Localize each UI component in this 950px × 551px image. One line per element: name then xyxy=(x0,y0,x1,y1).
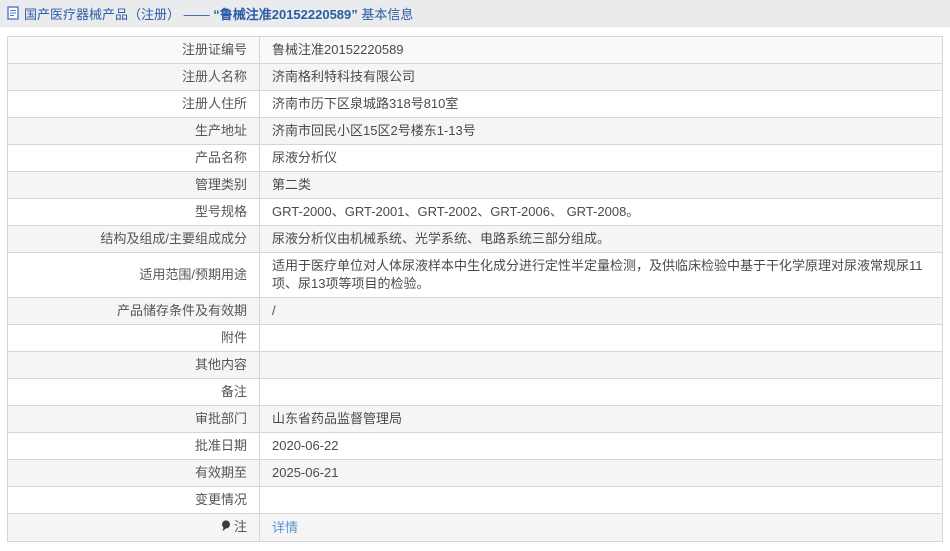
table-row: 有效期至 2025-06-21 xyxy=(7,459,943,487)
row-value: 适用于医疗单位对人体尿液样本中生化成分进行定性半定量检测，及供临床检验中基于干化… xyxy=(259,252,943,298)
row-value: / xyxy=(259,297,943,325)
table-row: 附件 xyxy=(7,324,943,352)
row-label: 适用范围/预期用途 xyxy=(7,252,260,298)
table-row: 产品储存条件及有效期 / xyxy=(7,297,943,325)
row-value: 2025-06-21 xyxy=(259,459,943,487)
details-link[interactable]: 详情 xyxy=(272,520,298,535)
row-value xyxy=(259,351,943,379)
table-row: 产品名称 尿液分析仪 xyxy=(7,144,943,172)
table-row: 生产地址 济南市回民小区15区2号楼东1-13号 xyxy=(7,117,943,145)
row-value: 济南市回民小区15区2号楼东1-13号 xyxy=(259,117,943,145)
row-value xyxy=(259,324,943,352)
table-row: 变更情况 xyxy=(7,486,943,514)
row-label: 批准日期 xyxy=(7,432,260,460)
page-title: 国产医疗器械产品（注册） —— “鲁械注准20152220589” 基本信息 xyxy=(24,4,413,23)
row-label: 结构及组成/主要组成成分 xyxy=(7,225,260,253)
row-label: 其他内容 xyxy=(7,351,260,379)
page-title-suffix: 基本信息 xyxy=(357,6,414,22)
row-label: 生产地址 xyxy=(7,117,260,145)
table-row: 批准日期 2020-06-22 xyxy=(7,432,943,460)
row-label: 审批部门 xyxy=(7,405,260,433)
row-label: 产品名称 xyxy=(7,144,260,172)
page: 国产医疗器械产品（注册） —— “鲁械注准20152220589” 基本信息 注… xyxy=(0,0,950,551)
row-label: 变更情况 xyxy=(7,486,260,514)
header-bar: 国产医疗器械产品（注册） —— “鲁械注准20152220589” 基本信息 xyxy=(0,0,950,27)
row-value: 尿液分析仪由机械系统、光学系统、电路系统三部分组成。 xyxy=(259,225,943,253)
row-label: 注 xyxy=(7,513,260,542)
table-row: 注册人住所 济南市历下区泉城路318号810室 xyxy=(7,90,943,118)
table-row: 结构及组成/主要组成成分 尿液分析仪由机械系统、光学系统、电路系统三部分组成。 xyxy=(7,225,943,253)
row-value: 尿液分析仪 xyxy=(259,144,943,172)
page-title-prefix: 国产医疗器械产品（注册） —— xyxy=(24,6,214,22)
row-label: 附件 xyxy=(7,324,260,352)
document-icon xyxy=(7,6,19,20)
row-label: 产品储存条件及有效期 xyxy=(7,297,260,325)
table-row: 注册人名称 济南格利特科技有限公司 xyxy=(7,63,943,91)
row-value: 济南格利特科技有限公司 xyxy=(259,63,943,91)
row-label: 管理类别 xyxy=(7,171,260,199)
row-value: 第二类 xyxy=(259,171,943,199)
table-row: 备注 xyxy=(7,378,943,406)
row-label: 注册人名称 xyxy=(7,63,260,91)
table-row: 适用范围/预期用途 适用于医疗单位对人体尿液样本中生化成分进行定性半定量检测，及供… xyxy=(7,252,943,298)
row-value: 济南市历下区泉城路318号810室 xyxy=(259,90,943,118)
table-row: 注册证编号 鲁械注准20152220589 xyxy=(7,36,943,64)
row-value: 鲁械注准20152220589 xyxy=(259,36,943,64)
row-value: 山东省药品监督管理局 xyxy=(259,405,943,433)
row-value: GRT-2000、GRT-2001、GRT-2002、GRT-2006、 GRT… xyxy=(259,198,943,226)
table-row: 管理类别 第二类 xyxy=(7,171,943,199)
row-value: 详情 xyxy=(259,513,943,542)
row-label: 注册证编号 xyxy=(7,36,260,64)
registration-info-table: 注册证编号 鲁械注准20152220589 注册人名称 济南格利特科技有限公司 注册人住… xyxy=(7,36,943,542)
registration-number-highlight: “鲁械注准20152220589” xyxy=(213,6,358,22)
table-row: 注详情 xyxy=(7,513,943,542)
table-row: 其他内容 xyxy=(7,351,943,379)
table-row: 审批部门 山东省药品监督管理局 xyxy=(7,405,943,433)
row-value xyxy=(259,486,943,514)
row-label: 备注 xyxy=(7,378,260,406)
table-row: 型号规格 GRT-2000、GRT-2001、GRT-2002、GRT-2006、… xyxy=(7,198,943,226)
row-label: 注册人住所 xyxy=(7,90,260,118)
row-value xyxy=(259,378,943,406)
row-label: 型号规格 xyxy=(7,198,260,226)
note-pin-icon xyxy=(221,519,231,537)
row-value: 2020-06-22 xyxy=(259,432,943,460)
row-label: 有效期至 xyxy=(7,459,260,487)
